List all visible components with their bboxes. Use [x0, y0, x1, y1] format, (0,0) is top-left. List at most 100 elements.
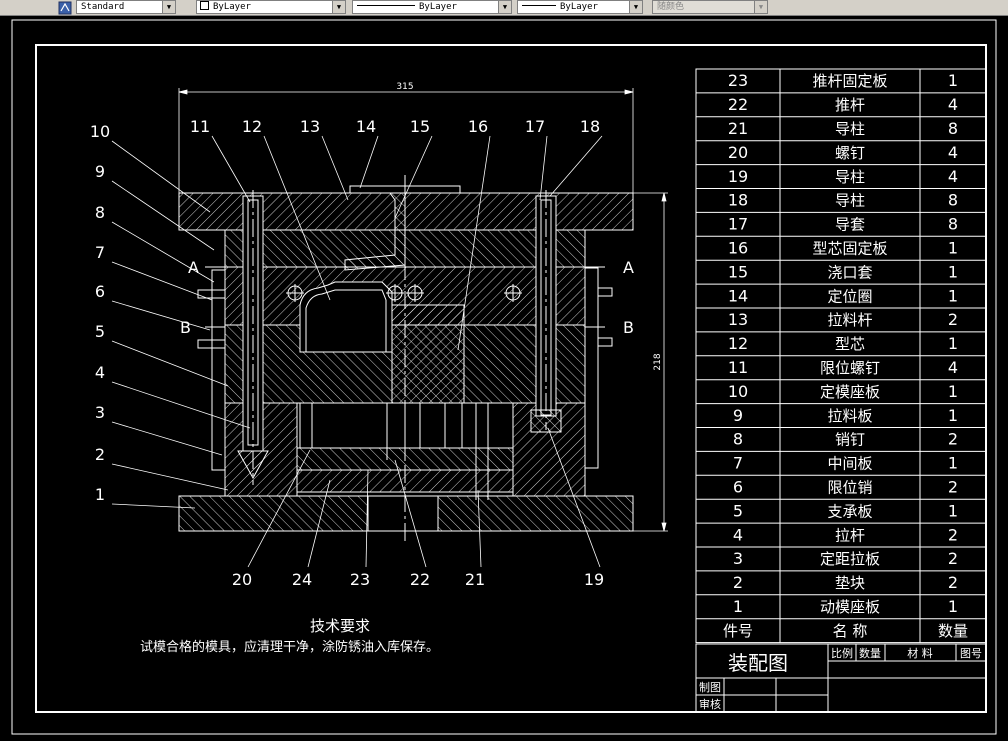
- bom-cell-qty: 4: [948, 143, 958, 162]
- bom-cell-qty: 1: [948, 454, 958, 473]
- titleblock-checked: 审核: [699, 697, 721, 711]
- textstyle-icon[interactable]: [58, 0, 72, 15]
- drawing-canvas[interactable]: 315 218 A A B B 12345678910 11 12 13 14 15 16 1…: [0, 17, 1008, 741]
- bom-cell-no: 18: [728, 191, 748, 210]
- callout-10: 10: [90, 122, 110, 141]
- bom-header-name: 名 称: [833, 622, 868, 640]
- callout-5: 5: [95, 322, 105, 341]
- bom-cell-qty: 2: [948, 525, 958, 544]
- lineweight-select[interactable]: ByLayer ▼: [517, 0, 643, 14]
- bom-cell-name: 销钉: [835, 431, 865, 449]
- bom-cell-qty: 1: [948, 334, 958, 353]
- callout-7: 7: [95, 243, 105, 262]
- section-b-left: B: [180, 318, 191, 337]
- callout-21: 21: [465, 570, 485, 589]
- bom-cell-no: 16: [728, 239, 748, 258]
- bom-cell-no: 13: [728, 310, 748, 329]
- bom-cell-qty: 1: [948, 262, 958, 281]
- bom-cell-name: 拉料杆: [827, 311, 872, 329]
- bom-cell-qty: 2: [948, 430, 958, 449]
- leader-line: [359, 135, 379, 189]
- bom-cell-no: 14: [728, 286, 748, 305]
- leader-line: [111, 221, 215, 283]
- bom-cell-name: 导柱: [835, 120, 865, 138]
- callout-8: 8: [95, 203, 105, 222]
- textstyle-select[interactable]: Standard ▼: [76, 0, 176, 14]
- leader-line: [549, 135, 603, 197]
- properties-toolbar: Standard ▼ ByLayer ▼ ByLayer ▼ ByLayer ▼…: [0, 0, 1008, 16]
- callout-13: 13: [300, 117, 320, 136]
- bom-cell-name: 螺钉: [835, 144, 865, 162]
- chevron-down-icon: ▼: [754, 1, 767, 13]
- dim-width-text: 315: [396, 82, 413, 92]
- section-a-right: A: [623, 258, 634, 277]
- leader-line: [111, 140, 211, 213]
- leader-line: [321, 135, 349, 201]
- bom-cell-name: 动模座板: [820, 598, 880, 616]
- color-select[interactable]: ByLayer ▼: [196, 0, 346, 14]
- bom-cell-name: 拉料板: [827, 407, 872, 425]
- bom-cell-name: 导柱: [835, 168, 865, 186]
- callout-15: 15: [410, 117, 430, 136]
- chevron-down-icon: ▼: [629, 1, 642, 13]
- bom-header-no: 件号: [723, 622, 753, 640]
- bom-cell-name: 定模座板: [820, 383, 880, 401]
- bom-cell-name: 限位螺钉: [820, 359, 880, 377]
- bom-cell-name: 支承板: [827, 502, 872, 520]
- bom-cell-no: 6: [733, 478, 743, 497]
- callout-11: 11: [190, 117, 210, 136]
- bom-cell-name: 导柱: [835, 192, 865, 210]
- leader-line: [211, 135, 251, 203]
- callout-19: 19: [584, 570, 604, 589]
- bom-cell-no: 20: [728, 143, 748, 162]
- callout-20: 20: [232, 570, 252, 589]
- callout-6: 6: [95, 282, 105, 301]
- callout-2: 2: [95, 445, 105, 464]
- bom-cell-qty: 8: [948, 191, 958, 210]
- callout-22: 22: [410, 570, 430, 589]
- bom-cell-qty: 2: [948, 478, 958, 497]
- dim-height-text: 218: [653, 353, 663, 370]
- bom-cell-no: 4: [733, 525, 743, 544]
- callout-18: 18: [580, 117, 600, 136]
- bom-cell-qty: 2: [948, 549, 958, 568]
- callout-4: 4: [95, 363, 105, 382]
- chevron-down-icon: ▼: [332, 1, 345, 13]
- plotstyle-select[interactable]: 随颜色 ▼: [652, 0, 768, 14]
- assembly-section: [178, 175, 634, 545]
- bom-cell-no: 15: [728, 262, 748, 281]
- bom-cell-name: 定距拉板: [820, 550, 880, 568]
- bom-cell-name: 限位销: [827, 479, 872, 497]
- section-b-right: B: [623, 318, 634, 337]
- bom-cell-qty: 8: [948, 119, 958, 138]
- bom-cell-name: 推杆固定板: [812, 72, 887, 90]
- bom-cell-no: 21: [728, 119, 748, 138]
- bom-cell-name: 浇口套: [827, 263, 872, 281]
- callout-1: 1: [95, 485, 105, 504]
- callout-9: 9: [95, 162, 105, 181]
- titleblock-scale: 比例: [831, 646, 853, 660]
- lineweight-value: ByLayer: [560, 2, 598, 12]
- bom-cell-no: 5: [733, 501, 743, 520]
- leader-line: [111, 421, 223, 456]
- tech-title: 技术要求: [310, 617, 370, 635]
- bom-cell-name: 中间板: [827, 455, 872, 473]
- titleblock-count: 数量: [859, 647, 881, 660]
- callout-23: 23: [350, 570, 370, 589]
- bom-cell-no: 2: [733, 573, 743, 592]
- titleblock-drawing-no: 图号: [960, 647, 982, 660]
- titleblock-material: 材 料: [907, 646, 933, 660]
- leader-line: [111, 463, 229, 491]
- bom-cell-no: 22: [728, 95, 748, 114]
- bom-cell-no: 10: [728, 382, 748, 401]
- bom-cell-name: 型芯固定板: [812, 240, 887, 258]
- bom-cell-qty: 1: [948, 382, 958, 401]
- bom-cell-name: 垫块: [835, 574, 865, 592]
- leader-line: [111, 300, 211, 331]
- linetype-select[interactable]: ByLayer ▼: [352, 0, 512, 14]
- bom-cell-qty: 8: [948, 215, 958, 234]
- bom-cell-no: 3: [733, 549, 743, 568]
- bom-cell-no: 19: [728, 167, 748, 186]
- bom-cell-qty: 2: [948, 310, 958, 329]
- bom-cell-name: 拉杆: [835, 526, 865, 544]
